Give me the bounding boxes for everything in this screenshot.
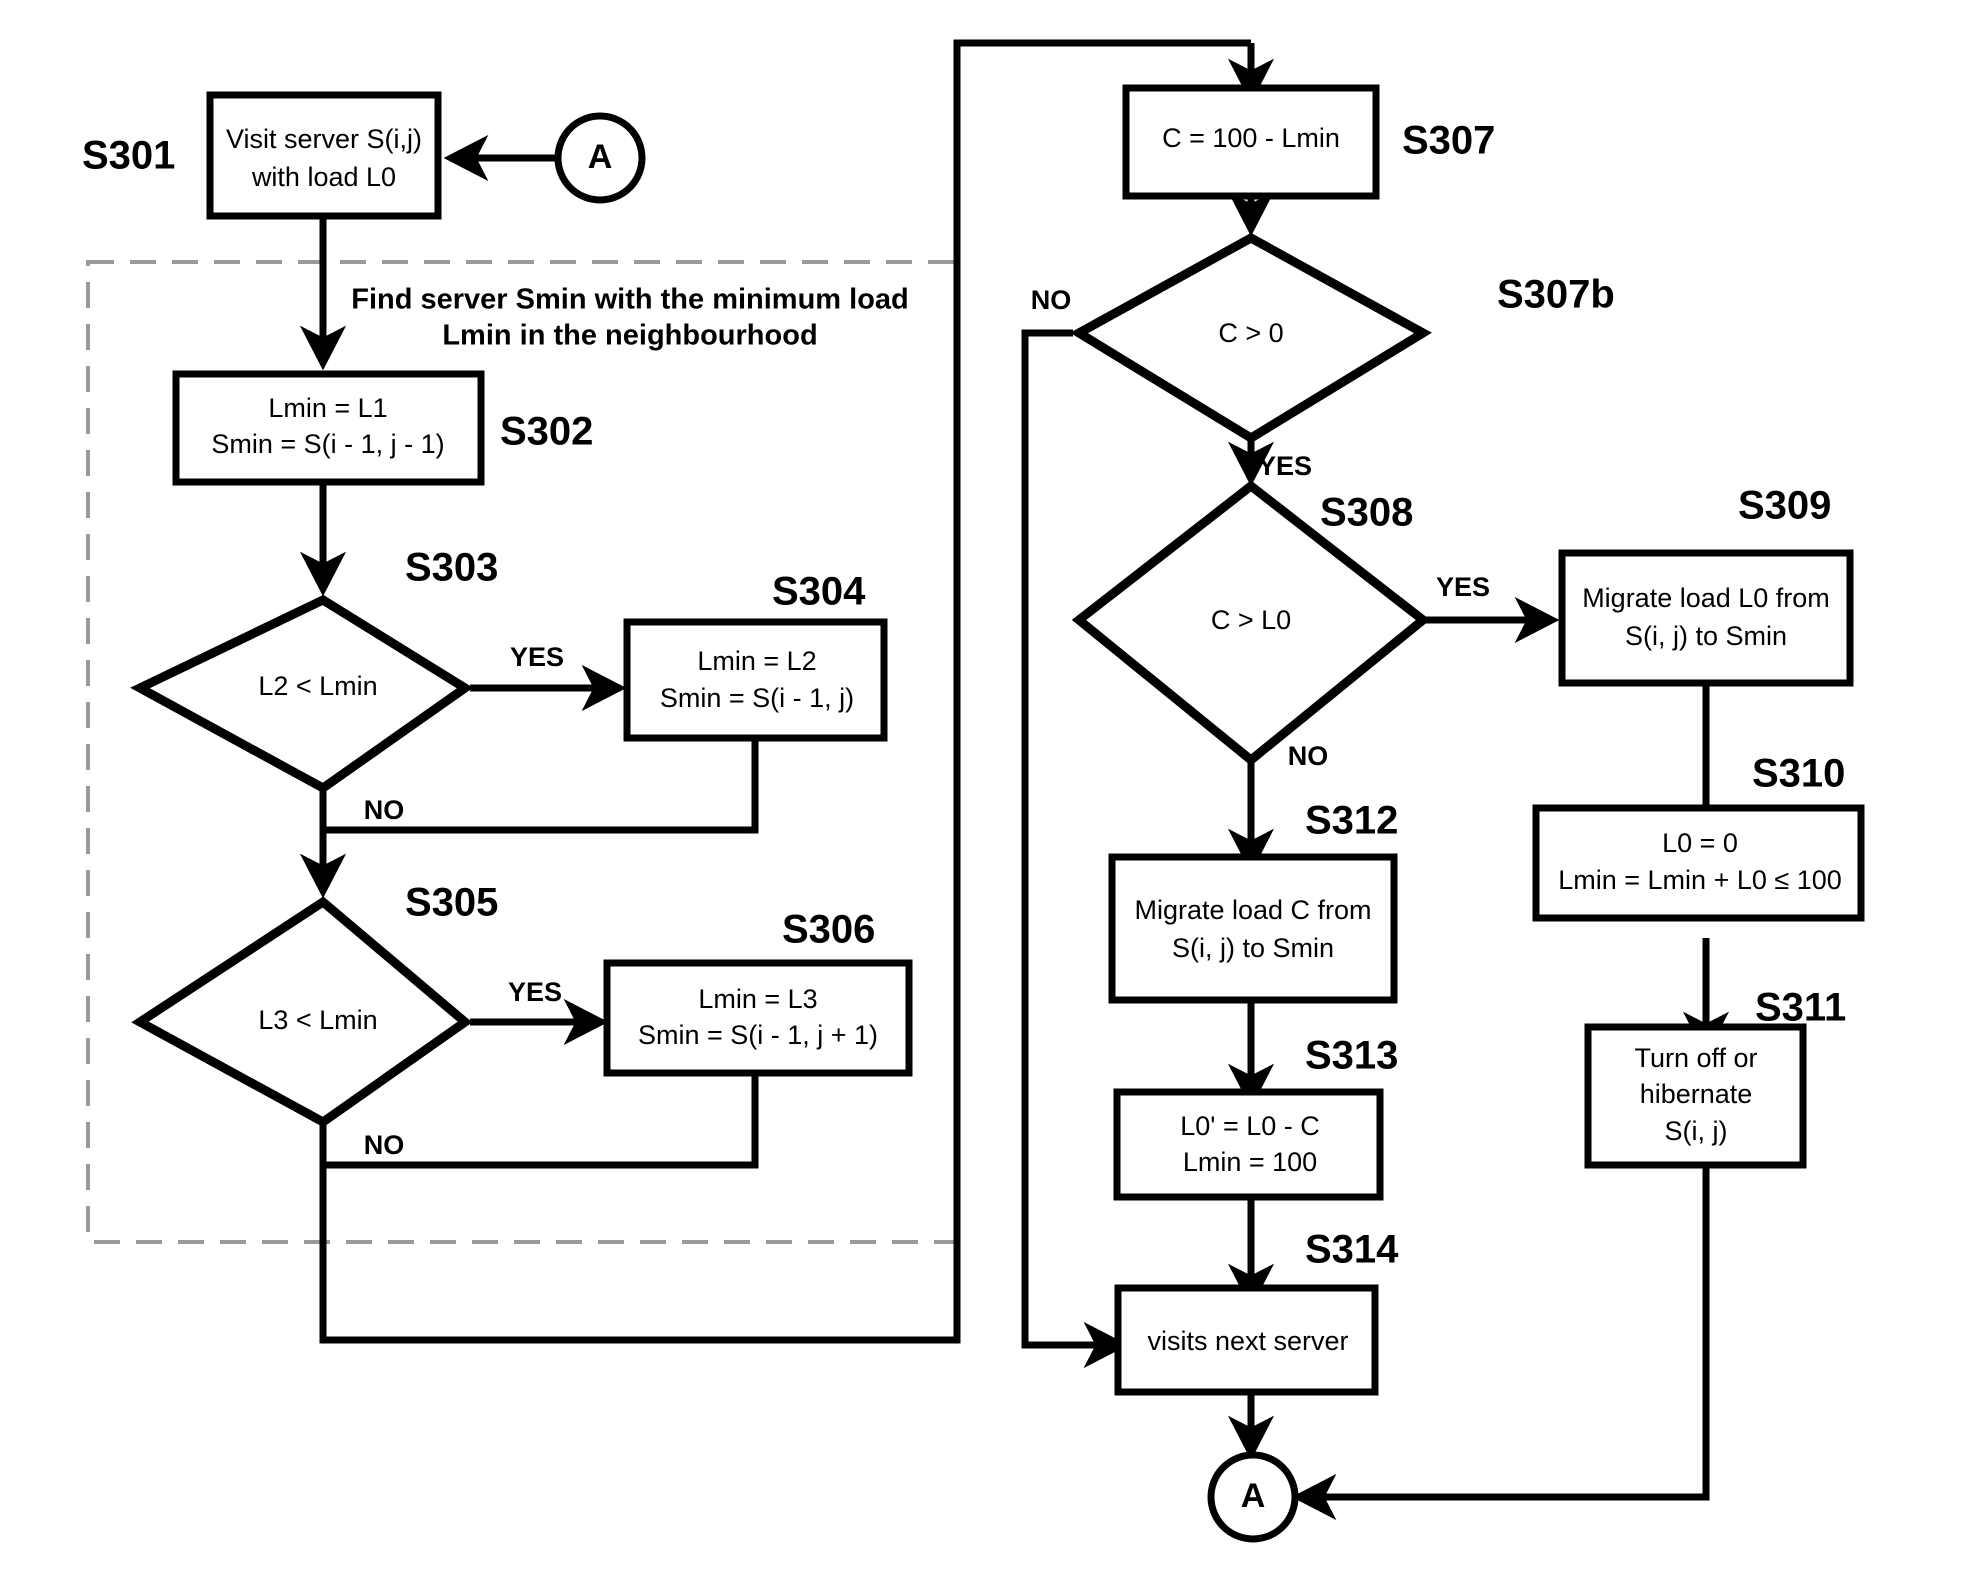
- s307b-label: C > 0: [1218, 318, 1283, 348]
- edge-label-s303-yes: YES: [510, 642, 564, 672]
- flowchart-page: Visit server S(i,j) with load L0 S301 A …: [0, 0, 1981, 1570]
- s301-line1: Visit server S(i,j): [226, 124, 422, 154]
- s308-label: C > L0: [1211, 605, 1291, 635]
- step-label-s308: S308: [1320, 491, 1413, 535]
- step-label-s304: S304: [772, 570, 866, 614]
- node-s305[interactable]: L3 < Lmin: [131, 896, 473, 1128]
- edge-label-s305-yes: YES: [508, 977, 562, 1007]
- edge-s311-to-connector-a: [1325, 1165, 1710, 1501]
- s313-line1: L0' = L0 - C: [1180, 1111, 1319, 1141]
- step-label-s312: S312: [1305, 799, 1398, 843]
- step-label-s302: S302: [500, 410, 593, 454]
- step-label-s313: S313: [1305, 1034, 1398, 1078]
- step-label-s311: S311: [1755, 986, 1846, 1030]
- connector-a-bottom[interactable]: A: [1207, 1451, 1299, 1543]
- edge-label-s305-no: NO: [364, 1130, 405, 1160]
- s310-line1: L0 = 0: [1662, 828, 1738, 858]
- s312-line1: Migrate load C from: [1134, 895, 1371, 925]
- s306-line1: Lmin = L3: [698, 984, 817, 1014]
- flowchart-canvas: Visit server S(i,j) with load L0 S301 A …: [82, 39, 1865, 1543]
- node-s314[interactable]: visits next server: [1114, 1284, 1379, 1396]
- zone-label-line2: Lmin in the neighbourhood: [442, 320, 817, 352]
- node-s310[interactable]: L0 = 0 Lmin = Lmin + L0 ≤ 100: [1532, 804, 1865, 922]
- connector-a-top-label: A: [588, 138, 613, 176]
- edge-label-s308-no: NO: [1288, 741, 1329, 771]
- s301-line2: with load L0: [251, 162, 396, 192]
- step-label-s309: S309: [1738, 484, 1831, 528]
- edge-label-s308-yes: YES: [1436, 572, 1490, 602]
- s307-label: C = 100 - Lmin: [1162, 123, 1340, 153]
- step-label-s310: S310: [1752, 752, 1845, 796]
- node-s304[interactable]: Lmin = L2 Smin = S(i - 1, j): [623, 618, 888, 742]
- s306-line2: Smin = S(i - 1, j + 1): [638, 1020, 878, 1050]
- node-s311[interactable]: Turn off or hibernate S(i, j): [1584, 1023, 1807, 1169]
- s304-line2: Smin = S(i - 1, j): [660, 683, 854, 713]
- node-s301[interactable]: Visit server S(i,j) with load L0: [206, 91, 442, 220]
- s311-line2: hibernate: [1640, 1079, 1753, 1109]
- s303-label: L2 < Lmin: [258, 671, 377, 701]
- edge-label-s307b-yes: YES: [1258, 451, 1312, 481]
- connector-a-bottom-label: A: [1241, 1477, 1266, 1515]
- node-s309[interactable]: Migrate load L0 from S(i, j) to Smin: [1558, 549, 1854, 687]
- step-label-s306: S306: [782, 908, 875, 952]
- step-label-s303: S303: [405, 546, 498, 590]
- node-s306[interactable]: Lmin = L3 Smin = S(i - 1, j + 1): [603, 959, 913, 1077]
- edge-label-s307b-no: NO: [1031, 285, 1072, 315]
- node-s312[interactable]: Migrate load C from S(i, j) to Smin: [1108, 853, 1398, 1004]
- step-label-s307b: S307b: [1497, 273, 1615, 317]
- node-s313[interactable]: L0' = L0 - C Lmin = 100: [1113, 1088, 1384, 1201]
- s311-line1: Turn off or: [1634, 1043, 1757, 1073]
- step-label-s314: S314: [1305, 1228, 1399, 1272]
- s309-line2: S(i, j) to Smin: [1625, 621, 1787, 651]
- step-label-s301: S301: [82, 134, 175, 178]
- s314-label: visits next server: [1147, 1326, 1348, 1356]
- s302-line2: Smin = S(i - 1, j - 1): [211, 429, 444, 459]
- step-label-s307: S307: [1402, 119, 1495, 163]
- zone-label-line1: Find server Smin with the minimum load: [351, 284, 909, 316]
- s311-line3: S(i, j): [1665, 1116, 1728, 1146]
- node-s307[interactable]: C = 100 - Lmin: [1122, 84, 1380, 200]
- s305-label: L3 < Lmin: [258, 1005, 377, 1035]
- s304-line1: Lmin = L2: [697, 646, 816, 676]
- s313-line2: Lmin = 100: [1183, 1147, 1317, 1177]
- s302-line1: Lmin = L1: [268, 393, 387, 423]
- s312-line2: S(i, j) to Smin: [1172, 933, 1334, 963]
- step-label-s305: S305: [405, 881, 498, 925]
- node-s302[interactable]: Lmin = L1 Smin = S(i - 1, j - 1): [172, 370, 485, 486]
- node-s307b[interactable]: C > 0: [1070, 232, 1432, 444]
- connector-a-top[interactable]: A: [554, 112, 646, 204]
- s310-line2: Lmin = Lmin + L0 ≤ 100: [1558, 865, 1842, 895]
- node-s303[interactable]: L2 < Lmin: [130, 594, 474, 794]
- edge-s307b-no-to-s314: [1021, 329, 1105, 1349]
- s309-line1: Migrate load L0 from: [1582, 583, 1830, 613]
- edge-label-s303-no: NO: [364, 795, 405, 825]
